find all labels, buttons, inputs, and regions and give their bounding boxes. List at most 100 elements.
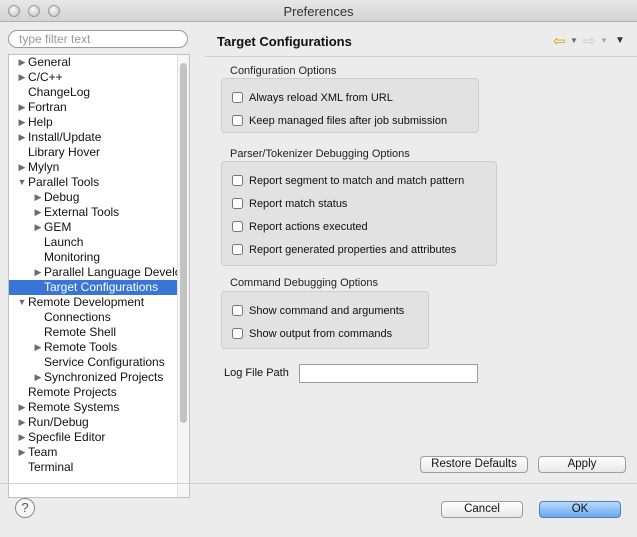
tree-item-mylyn[interactable]: ▶ Mylyn <box>9 160 177 175</box>
tree-item-remote-shell[interactable]: Remote Shell <box>9 325 177 340</box>
collapsed-arrow-icon[interactable]: ▶ <box>33 220 43 235</box>
collapsed-arrow-icon[interactable]: ▶ <box>17 160 27 175</box>
collapsed-arrow-icon[interactable]: ▶ <box>17 130 27 145</box>
checkbox[interactable] <box>232 175 243 186</box>
preference-page: Target Configurations ⇦ ▼ ⇨ ▼ ▼ Configur… <box>205 26 637 482</box>
checkbox[interactable] <box>232 305 243 316</box>
tree-item-terminal[interactable]: Terminal <box>9 460 177 475</box>
tree-item-label: Target Configurations <box>44 280 159 294</box>
restore-defaults-button[interactable]: Restore Defaults <box>420 456 528 473</box>
window-title: Preferences <box>283 4 354 19</box>
collapsed-arrow-icon[interactable]: ▶ <box>17 70 27 85</box>
tree-item-connections[interactable]: Connections <box>9 310 177 325</box>
tree-scrollbar[interactable] <box>177 55 189 497</box>
collapsed-arrow-icon[interactable]: ▶ <box>17 415 27 430</box>
view-menu-icon[interactable]: ▼ <box>615 35 625 46</box>
tree-item-synchronized-projects[interactable]: ▶ Synchronized Projects <box>9 370 177 385</box>
tree-item-label: Terminal <box>28 460 74 474</box>
option-label: Always reload XML from URL <box>249 92 393 104</box>
tree-item-team[interactable]: ▶ Team <box>9 445 177 460</box>
collapsed-arrow-icon[interactable]: ▶ <box>17 400 27 415</box>
tree-item-fortran[interactable]: ▶ Fortran <box>9 100 177 115</box>
tree-item-label: GEM <box>44 220 72 234</box>
tree-item-monitoring[interactable]: Monitoring <box>9 250 177 265</box>
preference-tree: ▶ General ▶ C/C++ ChangeLog ▶ Fortran ▶ Help ▶ Ins… <box>8 54 190 498</box>
tree-item-label: Fortran <box>28 100 67 114</box>
tree-item-label: Connections <box>44 310 111 324</box>
tree-item-service-configurations[interactable]: Service Configurations <box>9 355 177 370</box>
tree-item-general[interactable]: ▶ General <box>9 55 177 70</box>
tree-item-parallel-language-develo[interactable]: ▶ Parallel Language Develo <box>9 265 177 280</box>
collapsed-arrow-icon[interactable]: ▶ <box>33 340 43 355</box>
expanded-arrow-icon[interactable]: ▼ <box>17 295 27 310</box>
tree-item-label: Specfile Editor <box>28 430 106 444</box>
collapsed-arrow-icon[interactable]: ▶ <box>33 205 43 220</box>
tree-item-label: C/C++ <box>28 70 63 84</box>
checkbox[interactable] <box>232 244 243 255</box>
filter-input[interactable] <box>8 30 188 48</box>
collapsed-arrow-icon[interactable]: ▶ <box>17 55 27 70</box>
expanded-arrow-icon[interactable]: ▼ <box>17 175 27 190</box>
collapsed-arrow-icon[interactable]: ▶ <box>17 445 27 460</box>
collapsed-arrow-icon[interactable]: ▶ <box>17 115 27 130</box>
tree-item-remote-tools[interactable]: ▶ Remote Tools <box>9 340 177 355</box>
tree-item-c-c[interactable]: ▶ C/C++ <box>9 70 177 85</box>
collapsed-arrow-icon[interactable]: ▶ <box>33 370 43 385</box>
tree-item-external-tools[interactable]: ▶ External Tools <box>9 205 177 220</box>
tree-item-label: Library Hover <box>28 145 101 159</box>
tree-item-parallel-tools[interactable]: ▼ Parallel Tools <box>9 175 177 190</box>
ok-button[interactable]: OK <box>539 501 621 518</box>
collapsed-arrow-icon[interactable]: ▶ <box>17 430 27 445</box>
checkbox[interactable] <box>232 92 243 103</box>
tree-item-label: External Tools <box>44 205 120 219</box>
tree-item-remote-systems[interactable]: ▶ Remote Systems <box>9 400 177 415</box>
tree-item-install-update[interactable]: ▶ Install/Update <box>9 130 177 145</box>
option-label: Show output from commands <box>249 328 393 340</box>
command-debugging-group: Show command and arguments Show output f… <box>221 291 429 349</box>
tree-item-remote-projects[interactable]: Remote Projects <box>9 385 177 400</box>
tree-item-help[interactable]: ▶ Help <box>9 115 177 130</box>
tree-item-target-configurations[interactable]: Target Configurations <box>9 280 177 295</box>
cancel-button[interactable]: Cancel <box>441 501 523 518</box>
option-label: Report segment to match and match patter… <box>249 175 465 187</box>
title-bar: Preferences <box>0 0 637 22</box>
tree-item-label: General <box>28 55 71 69</box>
tree-item-label: Parallel Tools <box>28 175 100 189</box>
tree-items: ▶ General ▶ C/C++ ChangeLog ▶ Fortran ▶ Help ▶ Ins… <box>9 55 177 475</box>
tree-item-run-debug[interactable]: ▶ Run/Debug <box>9 415 177 430</box>
tree-item-label: Synchronized Projects <box>44 370 164 384</box>
collapsed-arrow-icon[interactable]: ▶ <box>17 100 27 115</box>
tree-item-specfile-editor[interactable]: ▶ Specfile Editor <box>9 430 177 445</box>
tree-item-changelog[interactable]: ChangeLog <box>9 85 177 100</box>
tree-item-remote-development[interactable]: ▼ Remote Development <box>9 295 177 310</box>
parser-debugging-label: Parser/Tokenizer Debugging Options <box>230 148 410 160</box>
apply-button[interactable]: Apply <box>538 456 626 473</box>
log-file-path-input[interactable] <box>299 364 478 383</box>
checkbox[interactable] <box>232 115 243 126</box>
log-file-path-label: Log File Path <box>224 367 289 379</box>
option-label: Show command and arguments <box>249 305 405 317</box>
tree-item-gem[interactable]: ▶ GEM <box>9 220 177 235</box>
tree-item-label: Service Configurations <box>44 355 165 369</box>
help-icon[interactable]: ? <box>15 498 35 518</box>
tree-item-label: Launch <box>44 235 84 249</box>
tree-item-debug[interactable]: ▶ Debug <box>9 190 177 205</box>
collapsed-arrow-icon[interactable]: ▶ <box>33 265 43 280</box>
checkbox[interactable] <box>232 328 243 339</box>
collapsed-arrow-icon[interactable]: ▶ <box>33 190 43 205</box>
tree-item-label: ChangeLog <box>28 85 91 99</box>
forward-history-chevron-icon[interactable]: ▼ <box>600 36 608 45</box>
forward-arrow-icon[interactable]: ⇨ <box>583 32 596 50</box>
tree-item-library-hover[interactable]: Library Hover <box>9 145 177 160</box>
parser-debugging-group: Report segment to match and match patter… <box>221 161 497 266</box>
tree-scroll-thumb[interactable] <box>180 63 187 423</box>
back-history-chevron-icon[interactable]: ▼ <box>570 36 578 45</box>
checkbox[interactable] <box>232 198 243 209</box>
tree-item-label: Help <box>28 115 53 129</box>
tree-item-label: Remote Projects <box>28 385 117 399</box>
tree-item-label: Run/Debug <box>28 415 89 429</box>
back-arrow-icon[interactable]: ⇦ <box>553 32 566 50</box>
tree-item-label: Mylyn <box>28 160 60 174</box>
tree-item-launch[interactable]: Launch <box>9 235 177 250</box>
checkbox[interactable] <box>232 221 243 232</box>
